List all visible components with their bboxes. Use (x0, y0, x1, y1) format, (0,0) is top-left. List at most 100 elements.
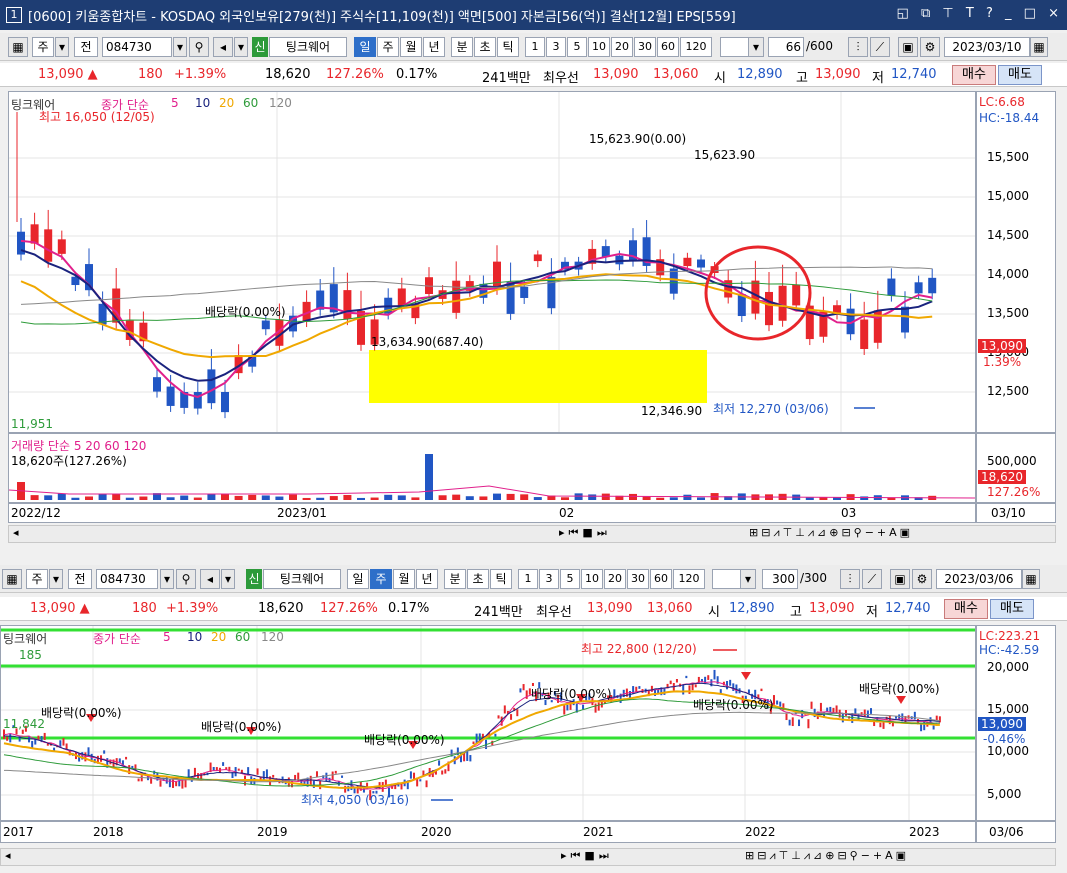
maximize-icon[interactable]: □ (1024, 6, 1036, 21)
panel1-sell-button[interactable]: 매도 (998, 65, 1042, 85)
panel1-tab-year[interactable]: 년 (423, 37, 445, 57)
panel2-stock-name[interactable]: 팅크웨어 (263, 569, 341, 589)
panel1-volume-chart[interactable]: 거래량 단순 5 20 60 120 18,620주(127.26%) (8, 433, 976, 503)
panel2-scrollbar[interactable]: ◂ ▸⏮■⏭ ⊞⊟⩘⊤⊥⩘⊿⊕⊟⚲−+A▣ (0, 848, 1056, 866)
playback-controls[interactable]: ▸⏮■⏭ (559, 526, 611, 540)
chevron-down-icon[interactable]: ▾ (55, 37, 69, 57)
line-tool-icon[interactable]: ⟋ (862, 569, 882, 589)
help-icon[interactable]: ? (986, 6, 993, 21)
panel1-interval[interactable]: 3 (546, 37, 566, 57)
panel2-tab-day[interactable]: 일 (347, 569, 369, 589)
panel1-interval[interactable]: 1 (525, 37, 545, 57)
panel1-interval[interactable]: 60 (657, 37, 679, 57)
speaker-icon[interactable]: ◂ (200, 569, 220, 589)
chevron-down-icon[interactable]: ▾ (234, 37, 248, 57)
panel1-prev-button[interactable]: 전 (74, 37, 98, 57)
chart-tools-icon[interactable]: ⊞⊟⩘⊤⊥⩘⊿⊕⊟⚲−+A▣ (745, 849, 909, 863)
chevron-down-icon[interactable]: ▾ (173, 37, 187, 57)
candle-body (331, 771, 334, 781)
save-icon[interactable]: ▣ (890, 569, 910, 589)
panel2-grid-icon[interactable]: ▦ (2, 569, 22, 589)
search-icon[interactable]: ⚲ (189, 37, 209, 57)
panel2-interval[interactable]: 1 (518, 569, 538, 589)
candle-icon[interactable]: ⫶ (840, 569, 860, 589)
volume-bar (506, 493, 515, 500)
candle-body (879, 722, 882, 728)
gear-icon[interactable]: ⚙ (912, 569, 932, 589)
panel2-tab-year[interactable]: 년 (416, 569, 438, 589)
panel2-price-chart[interactable]: 팅크웨어 종가 단순 5 10 20 60 120 185 최고 22,800 … (0, 625, 976, 821)
panel1-legend-ma5: 5 (171, 96, 179, 110)
chevron-down-icon[interactable]: ▾ (748, 37, 764, 57)
panel2-interval[interactable]: 120 (673, 569, 705, 589)
panel2-date-input[interactable]: 2023/03/06 (936, 569, 1022, 589)
panel1-tab-day[interactable]: 일 (354, 37, 376, 57)
panel2-type-select[interactable]: 주 (26, 569, 48, 589)
volume-bar (601, 493, 610, 500)
panel2-legend-ma5: 5 (163, 630, 171, 644)
panel2-count-input[interactable]: 300 (762, 569, 798, 589)
panel1-interval[interactable]: 5 (567, 37, 587, 57)
candle-body (261, 320, 270, 330)
save-icon[interactable]: ▣ (898, 37, 918, 57)
candle-body (497, 715, 500, 719)
panel2-xlabel: 2022 (745, 825, 776, 839)
panel1-code-input[interactable]: 084730 (102, 37, 172, 57)
panel1-tab-month[interactable]: 월 (400, 37, 422, 57)
panel1-count-input[interactable]: 66 (768, 37, 804, 57)
panel1-stock-name[interactable]: 팅크웨어 (269, 37, 347, 57)
panel2-interval[interactable]: 20 (604, 569, 626, 589)
layout-icon[interactable]: ◱ (897, 6, 909, 21)
panel2-buy-button[interactable]: 매수 (944, 599, 988, 619)
panel1-date-input[interactable]: 2023/03/10 (944, 37, 1030, 57)
chevron-down-icon[interactable]: ▾ (160, 569, 174, 589)
panel1-interval[interactable]: 20 (611, 37, 633, 57)
panel2-tab-minute[interactable]: 분 (444, 569, 466, 589)
panel2-prev-button[interactable]: 전 (68, 569, 92, 589)
scroll-left-icon[interactable]: ◂ (5, 849, 11, 862)
panel1-type-select[interactable]: 주 (32, 37, 54, 57)
panel2-interval[interactable]: 60 (650, 569, 672, 589)
chart-tools-icon[interactable]: ⊞⊟⩘⊤⊥⩘⊿⊕⊟⚲−+A▣ (749, 526, 913, 540)
volume-bar (316, 497, 325, 500)
panel1-interval[interactable]: 10 (588, 37, 610, 57)
chevron-down-icon[interactable]: ▾ (740, 569, 756, 589)
candle-icon[interactable]: ⫶ (848, 37, 868, 57)
minimize-icon[interactable]: _ (1005, 6, 1012, 21)
panel2-interval[interactable]: 3 (539, 569, 559, 589)
panel1-tab-tick[interactable]: 틱 (497, 37, 519, 57)
chevron-down-icon[interactable]: ▾ (49, 569, 63, 589)
panel2-code-input[interactable]: 084730 (96, 569, 158, 589)
panel2-interval[interactable]: 30 (627, 569, 649, 589)
pin-icon[interactable]: ⊤ (942, 6, 953, 21)
calendar-icon[interactable]: ▦ (1022, 569, 1040, 589)
panel1-tab-week[interactable]: 주 (377, 37, 399, 57)
line-tool-icon[interactable]: ⟋ (870, 37, 890, 57)
panel2-tab-second[interactable]: 초 (467, 569, 489, 589)
panel1-tab-second[interactable]: 초 (474, 37, 496, 57)
panel2-sell-button[interactable]: 매도 (990, 599, 1034, 619)
panel1-tab-minute[interactable]: 분 (451, 37, 473, 57)
panel1-buy-button[interactable]: 매수 (952, 65, 996, 85)
panel2-interval[interactable]: 10 (581, 569, 603, 589)
calendar-icon[interactable]: ▦ (1030, 37, 1048, 57)
scroll-left-icon[interactable]: ◂ (13, 526, 19, 539)
restore-icon[interactable]: ⧉ (921, 6, 930, 21)
chevron-down-icon[interactable]: ▾ (221, 569, 235, 589)
panel2-interval[interactable]: 5 (560, 569, 580, 589)
panel1-price-chart[interactable]: 팅크웨어 종가 단순 5 10 20 60 120 최고 16,050 (12/… (8, 91, 976, 433)
panel1-interval[interactable]: 30 (634, 37, 656, 57)
panel1-interval[interactable]: 120 (680, 37, 712, 57)
panel2-tab-month[interactable]: 월 (393, 569, 415, 589)
panel1-scrollbar[interactable]: ◂ ▸⏮■⏭ ⊞⊟⩘⊤⊥⩘⊿⊕⊟⚲−+A▣ (8, 525, 1056, 543)
playback-controls[interactable]: ▸⏮■⏭ (561, 849, 613, 863)
speaker-icon[interactable]: ◂ (213, 37, 233, 57)
candle-body (62, 738, 65, 746)
search-icon[interactable]: ⚲ (176, 569, 196, 589)
gear-icon[interactable]: ⚙ (920, 37, 940, 57)
panel2-tab-tick[interactable]: 틱 (490, 569, 512, 589)
font-icon[interactable]: T (966, 6, 974, 21)
close-icon[interactable]: × (1048, 6, 1059, 21)
panel1-grid-icon[interactable]: ▦ (8, 37, 28, 57)
panel2-tab-week[interactable]: 주 (370, 569, 392, 589)
